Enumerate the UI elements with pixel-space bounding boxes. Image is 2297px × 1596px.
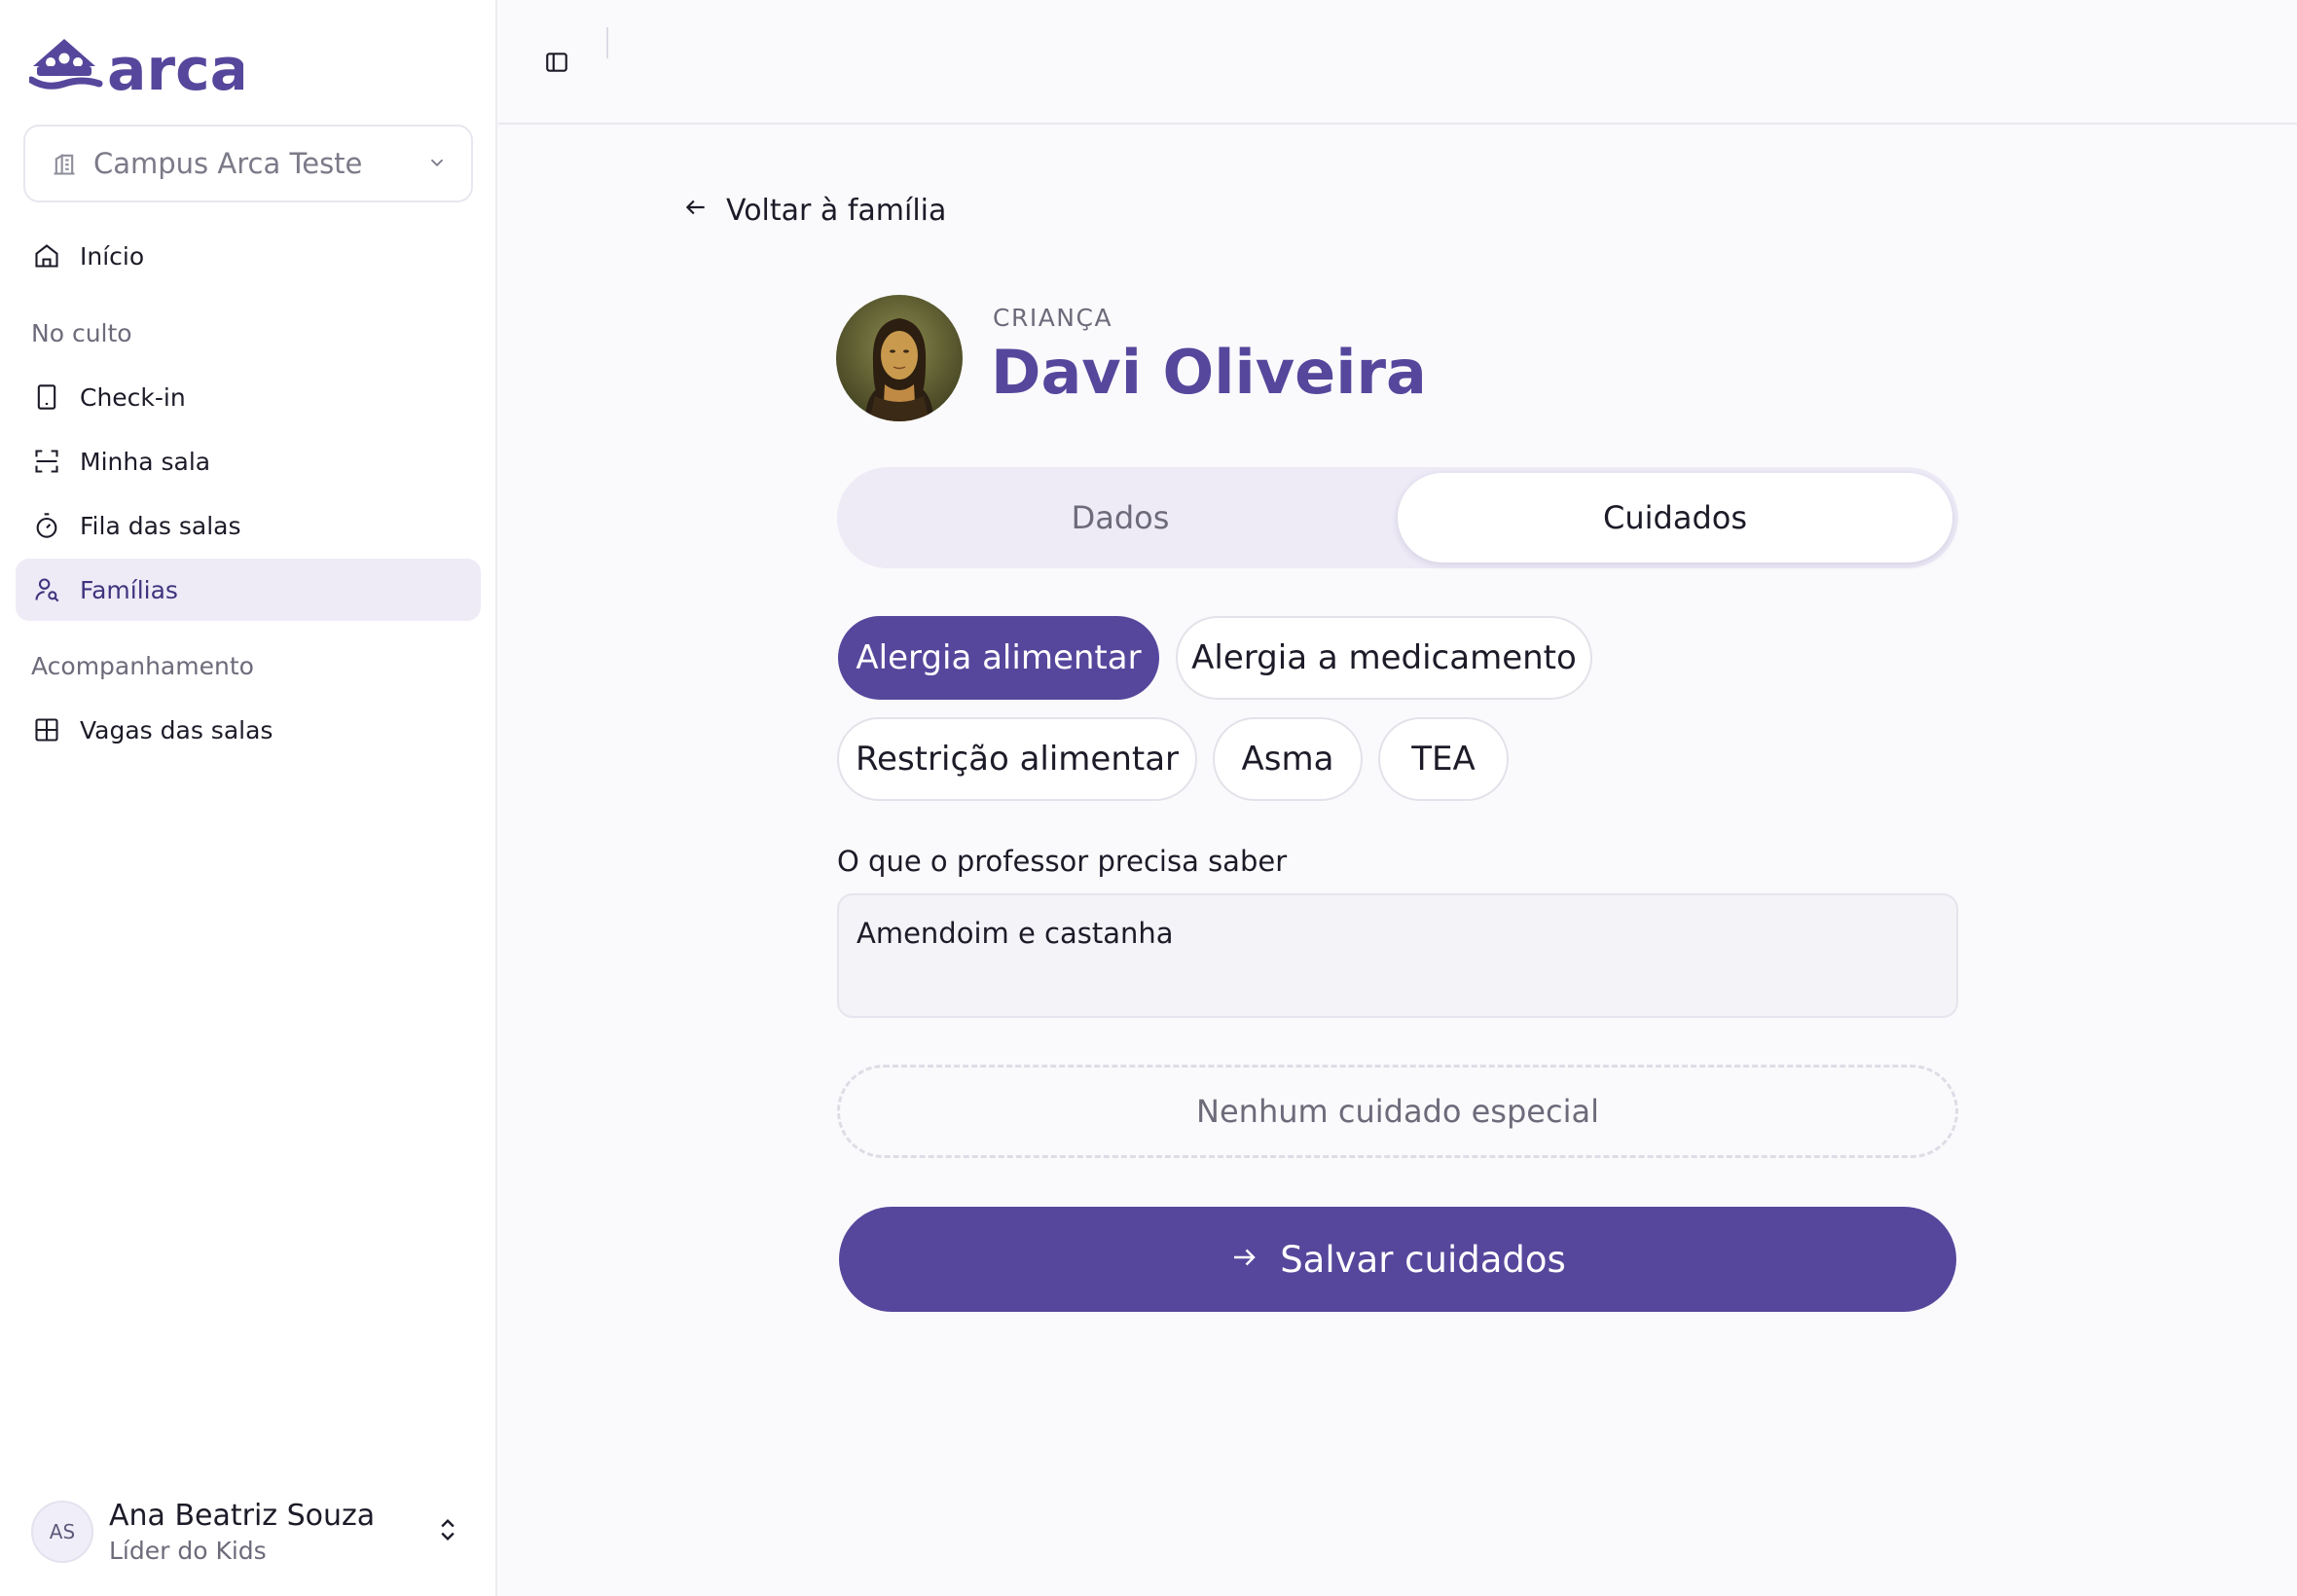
topbar-divider <box>606 27 608 58</box>
user-menu[interactable]: AS Ana Beatriz Souza Líder do Kids <box>31 1499 479 1565</box>
sidebar-item-label: Minha sala <box>80 447 211 476</box>
save-button-label: Salvar cuidados <box>1280 1238 1566 1281</box>
no-special-care-button[interactable]: Nenhum cuidado especial <box>837 1065 1958 1158</box>
avatar: AS <box>31 1501 93 1563</box>
notes-label: O que o professor precisa saber <box>837 845 1288 878</box>
user-name: Ana Beatriz Souza <box>109 1499 376 1533</box>
user-info: Ana Beatriz Souza Líder do Kids <box>109 1499 375 1565</box>
tab-dados[interactable]: Dados <box>843 473 1398 562</box>
building-icon <box>49 148 80 179</box>
sidebar-item-label: Início <box>80 241 145 271</box>
scan-icon <box>31 446 62 477</box>
save-care-button[interactable]: Salvar cuidados <box>839 1207 1956 1312</box>
back-link-label: Voltar à família <box>726 193 947 228</box>
profile-tabs: Dados Cuidados <box>837 467 1958 568</box>
user-role: Líder do Kids <box>109 1537 267 1565</box>
arrow-right-icon <box>1229 1239 1258 1281</box>
grid-icon <box>31 714 62 745</box>
arrow-left-icon <box>683 194 709 228</box>
sidebar-item-inicio[interactable]: Início <box>16 225 481 287</box>
campus-label: Campus Arca Teste <box>93 147 363 180</box>
child-name: Davi Oliveira <box>991 337 1427 408</box>
child-photo <box>836 295 963 421</box>
logo-text: arca <box>107 36 243 95</box>
sidebar-item-check-in[interactable]: Check-in <box>16 366 481 428</box>
chip-alergia-a-medicamento[interactable]: Alergia a medicamento <box>1176 616 1592 700</box>
nav-section-acompanhamento: Acompanhamento <box>31 652 254 680</box>
tablet-icon <box>31 381 62 413</box>
sidebar: arca Campus Arca Teste Início No culto C… <box>0 0 497 1596</box>
home-icon <box>31 240 62 272</box>
back-to-family-link[interactable]: Voltar à família <box>683 191 946 230</box>
chevron-down-icon <box>426 147 448 180</box>
profile-kind: CRIANÇA <box>993 304 1113 332</box>
user-search-icon <box>31 574 62 605</box>
nav-section-no-culto: No culto <box>31 319 132 347</box>
sidebar-toggle-icon[interactable] <box>539 45 574 80</box>
topbar <box>498 0 2297 125</box>
chip-asma[interactable]: Asma <box>1213 717 1363 801</box>
sidebar-item-familias[interactable]: Famílias <box>16 559 481 621</box>
chip-alergia-alimentar[interactable]: Alergia alimentar <box>838 616 1159 700</box>
sidebar-item-minha-sala[interactable]: Minha sala <box>16 430 481 492</box>
arca-logo[interactable]: arca <box>29 29 243 95</box>
chevrons-up-down-icon <box>434 1516 461 1547</box>
sidebar-item-label: Fila das salas <box>80 511 241 540</box>
chip-tea[interactable]: TEA <box>1378 717 1509 801</box>
chip-restricao-alimentar[interactable]: Restrição alimentar <box>837 717 1197 801</box>
sidebar-item-label: Famílias <box>80 575 178 604</box>
timer-icon <box>31 510 62 541</box>
sidebar-item-label: Vagas das salas <box>80 715 273 744</box>
notes-textarea[interactable]: Amendoim e castanha <box>837 893 1958 1018</box>
sidebar-item-vagas-das-salas[interactable]: Vagas das salas <box>16 699 481 761</box>
arca-logo-mark: arca <box>29 36 243 95</box>
campus-selector[interactable]: Campus Arca Teste <box>23 125 473 202</box>
sidebar-item-fila-das-salas[interactable]: Fila das salas <box>16 494 481 557</box>
sidebar-item-label: Check-in <box>80 382 186 412</box>
tab-cuidados[interactable]: Cuidados <box>1398 473 1952 562</box>
